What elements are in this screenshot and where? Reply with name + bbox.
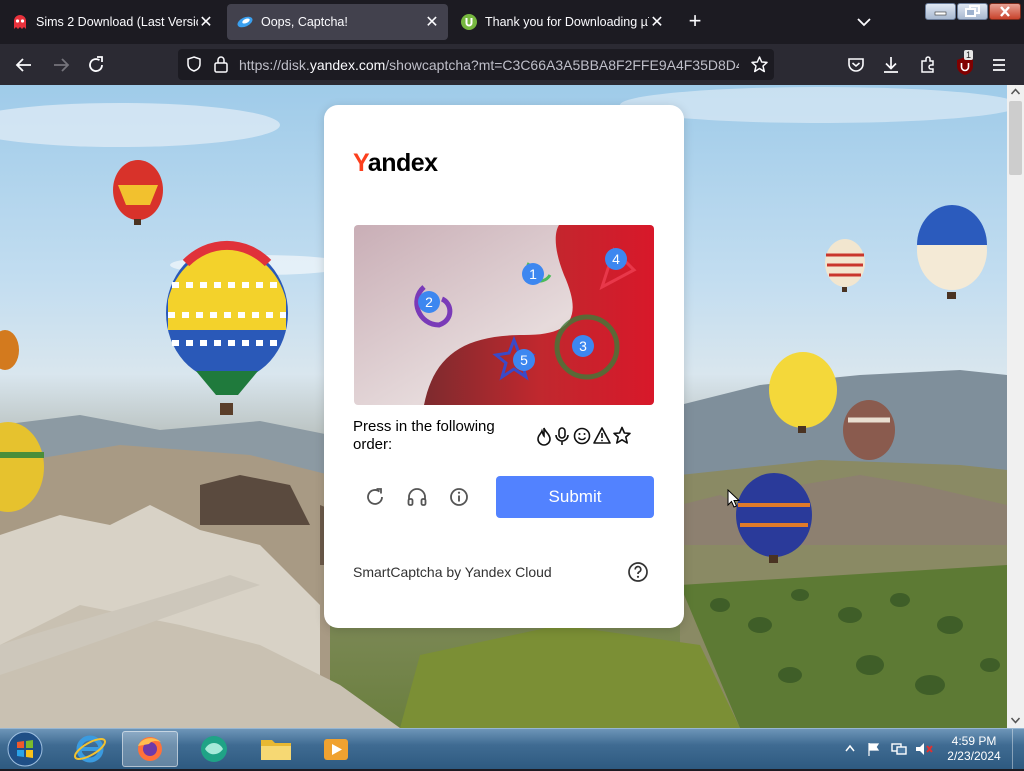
refresh-captcha-icon[interactable]: [363, 485, 387, 509]
captcha-marker-5[interactable]: 5: [513, 349, 535, 371]
utorrent-icon: [461, 14, 477, 30]
ublock-extension-button[interactable]: 1: [952, 50, 978, 78]
back-arrow-icon[interactable]: [13, 54, 35, 76]
captcha-marker-4[interactable]: 4: [605, 248, 627, 270]
extension-badge: 1: [964, 50, 974, 60]
captcha-marker-1[interactable]: 1: [522, 263, 544, 285]
extensions-puzzle-icon[interactable]: [917, 54, 939, 76]
pocket-icon[interactable]: [845, 54, 867, 76]
captcha-instruction: Press in the following order:: [353, 418, 495, 453]
firefox-icon: [138, 737, 162, 761]
captcha-order-icons: [537, 426, 631, 446]
captcha-marker-3[interactable]: 3: [572, 335, 594, 357]
logo-rest: andex: [367, 149, 438, 177]
logo-letter-y: Y: [353, 149, 368, 177]
action-center-flag-icon[interactable]: [866, 741, 882, 757]
navigation-toolbar: https://disk.yandex.com/showcaptcha?mt=C…: [0, 44, 1024, 85]
scroll-up-arrow-icon[interactable]: [1011, 88, 1020, 95]
url-text[interactable]: https://disk.yandex.com/showcaptcha?mt=C…: [239, 57, 739, 73]
mouse-cursor-icon: [727, 489, 741, 508]
taskbar-app-teal[interactable]: [186, 731, 242, 767]
restore-button[interactable]: [957, 3, 988, 20]
internet-explorer-icon: [73, 735, 107, 763]
tab-sims2[interactable]: Sims 2 Download (Last Version) ✕: [2, 4, 222, 40]
url-bar[interactable]: https://disk.yandex.com/showcaptcha?mt=C…: [178, 49, 774, 80]
shield-icon[interactable]: [185, 55, 203, 73]
star-icon: [613, 426, 631, 444]
balloon-red: [113, 160, 163, 225]
media-player-icon: [324, 739, 348, 760]
taskbar-firefox[interactable]: [122, 731, 178, 767]
scrollbar-thumb[interactable]: [1009, 101, 1022, 175]
restore-icon: [965, 5, 980, 17]
yandex-logo: Yandex: [353, 149, 438, 178]
url-prefix: https://disk.: [239, 57, 310, 73]
teal-app-icon: [201, 736, 227, 762]
forward-arrow-icon[interactable]: [50, 54, 72, 76]
submit-button[interactable]: Submit: [496, 476, 654, 518]
help-question-icon[interactable]: [627, 561, 649, 583]
clock-date: 2/23/2024: [947, 749, 1001, 763]
balloon-brown: [843, 400, 895, 460]
captcha-marker-2[interactable]: 2: [418, 291, 440, 313]
tab-captcha[interactable]: Oops, Captcha! ✕: [227, 4, 448, 40]
close-tab-icon[interactable]: ✕: [649, 12, 665, 32]
yandex-disk-icon: [237, 16, 253, 28]
microphone-icon: [555, 427, 569, 445]
show-desktop-button[interactable]: [1012, 729, 1024, 769]
url-path: /showcaptcha?mt=C3C66A3A5BBA8F2FFE9A4F35…: [385, 57, 739, 73]
windows-taskbar: 4:59 PM 2/23/2024: [0, 728, 1024, 769]
tab-title: Sims 2 Download (Last Version): [36, 15, 198, 29]
page-content: Yandex 1 2 3 4 5 Press in the following …: [0, 85, 1007, 728]
download-icon[interactable]: [880, 54, 902, 76]
taskbar-media-player[interactable]: [308, 731, 364, 767]
scroll-down-arrow-icon[interactable]: [1011, 717, 1020, 724]
warning-icon: [593, 427, 611, 444]
bookmark-star-icon[interactable]: [750, 55, 769, 74]
captcha-card: Yandex 1 2 3 4 5 Press in the following …: [324, 105, 684, 628]
show-hidden-icons-arrow-icon[interactable]: [845, 744, 855, 752]
minimize-button[interactable]: [925, 3, 956, 20]
windows-start-orb-icon: [7, 731, 43, 767]
tab-title: Thank you for Downloading µT: [485, 15, 649, 29]
tab-utorrent[interactable]: Thank you for Downloading µT ✕: [451, 4, 673, 40]
close-icon: [1000, 6, 1010, 17]
lock-icon[interactable]: [213, 55, 229, 73]
smiley-icon: [573, 427, 591, 445]
taskbar-file-explorer[interactable]: [248, 731, 304, 767]
chevron-down-icon[interactable]: [854, 12, 874, 32]
balloon-striped: [825, 239, 865, 292]
close-tab-icon[interactable]: ✕: [198, 12, 214, 32]
system-clock[interactable]: 4:59 PM 2/23/2024: [944, 734, 1004, 764]
balloon-blue-white: [917, 205, 987, 299]
network-icon[interactable]: [890, 741, 908, 757]
close-tab-icon[interactable]: ✕: [424, 12, 440, 32]
flame-icon: [537, 427, 551, 446]
minimize-icon: [934, 11, 947, 16]
captcha-image[interactable]: 1 2 3 4 5: [354, 225, 654, 405]
vertical-scrollbar[interactable]: [1007, 85, 1024, 728]
tab-bar: Sims 2 Download (Last Version) ✕ Oops, C…: [0, 0, 1024, 44]
url-domain: yandex.com: [309, 57, 386, 73]
new-tab-icon[interactable]: +: [684, 10, 706, 32]
start-button[interactable]: [6, 730, 44, 768]
reload-icon[interactable]: [85, 54, 107, 76]
tab-title: Oops, Captcha!: [261, 15, 348, 29]
menu-hamburger-icon[interactable]: [988, 54, 1010, 76]
balloon-multicolor: [166, 240, 288, 415]
folder-icon: [261, 740, 291, 760]
taskbar-internet-explorer[interactable]: [62, 731, 118, 767]
volume-muted-icon[interactable]: [914, 741, 934, 757]
smartcaptcha-brand: SmartCaptcha by Yandex Cloud: [353, 564, 552, 580]
audio-captcha-headphones-icon[interactable]: [405, 485, 429, 509]
clock-time: 4:59 PM: [951, 734, 997, 748]
info-icon[interactable]: [447, 485, 471, 509]
window-close-button[interactable]: [989, 3, 1021, 20]
ghost-icon: [14, 15, 26, 29]
